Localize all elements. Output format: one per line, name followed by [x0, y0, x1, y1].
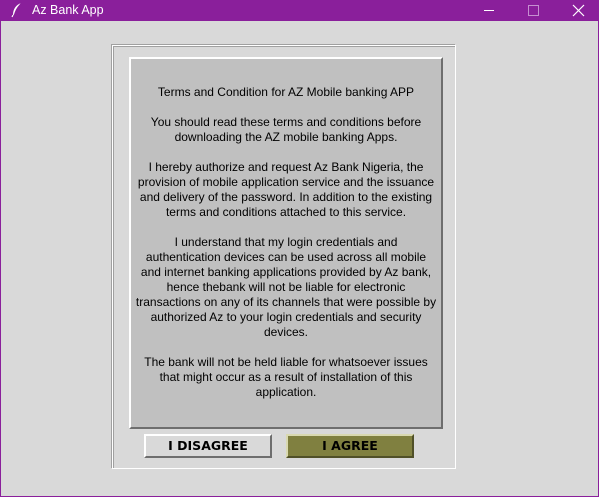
close-button[interactable] — [556, 0, 599, 21]
terms-paragraph: You should read these terms and conditio… — [150, 115, 422, 144]
terms-paragraph: The bank will not be held liable for wha… — [144, 355, 428, 399]
app-window: Az Bank App Terms and Condition for AZ M… — [0, 0, 599, 497]
terms-heading: Terms and Condition for AZ Mobile bankin… — [157, 85, 415, 99]
terms-paragraph: I understand that my login credentials a… — [135, 235, 437, 339]
window-title: Az Bank App — [32, 3, 104, 17]
maximize-icon — [528, 5, 539, 16]
maximize-button[interactable] — [511, 0, 555, 21]
disagree-button[interactable]: I DISAGREE — [144, 434, 272, 458]
terms-text: Terms and Condition for AZ Mobile bankin… — [133, 85, 439, 415]
agree-button[interactable]: I AGREE — [286, 434, 414, 458]
title-bar[interactable]: Az Bank App — [1, 0, 599, 21]
terms-panel: Terms and Condition for AZ Mobile bankin… — [129, 57, 443, 429]
close-icon — [572, 4, 585, 17]
terms-paragraph: I hereby authorize and request Az Bank N… — [137, 160, 435, 219]
minimize-button[interactable] — [467, 0, 511, 21]
minimize-icon — [484, 10, 494, 11]
feather-icon — [10, 2, 24, 18]
